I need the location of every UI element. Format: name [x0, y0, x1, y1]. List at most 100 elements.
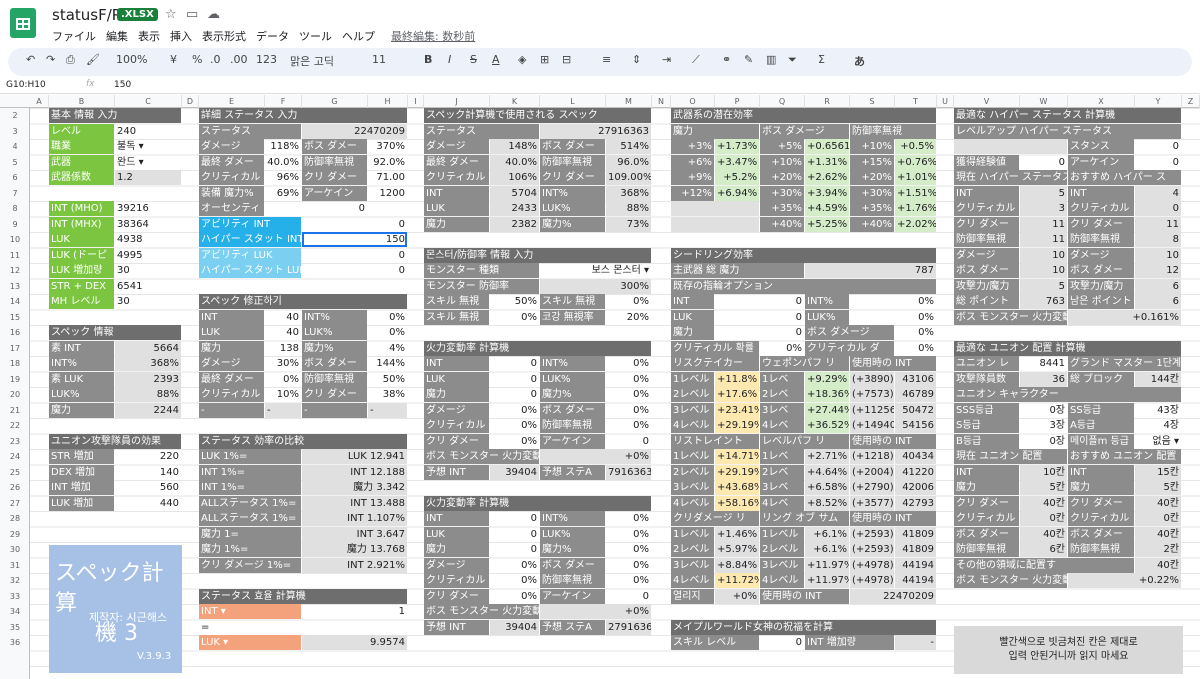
cell[interactable]: レベルパフ リ: [760, 433, 849, 449]
cell[interactable]: LUK 増加: [49, 495, 114, 511]
cell[interactable]: ステータス 効率の比較: [199, 433, 407, 449]
cell[interactable]: 防御率無視: [540, 154, 605, 170]
cell[interactable]: 0: [490, 372, 539, 387]
cell[interactable]: 攻撃力/魔力: [954, 278, 1019, 294]
cell[interactable]: 現在 ユニオン 配置: [954, 449, 1067, 464]
row-header[interactable]: 20: [0, 387, 30, 402]
row-header[interactable]: 34: [0, 604, 30, 619]
cell[interactable]: ボス ダメージ: [760, 123, 849, 139]
cell[interactable]: クリティカル: [1068, 201, 1134, 216]
cell[interactable]: 魔力%: [302, 340, 367, 356]
cell[interactable]: クリティカル: [424, 418, 489, 433]
cell[interactable]: 0%: [490, 310, 539, 325]
cell[interactable]: 攻撃力/魔力: [1068, 278, 1134, 294]
row-header[interactable]: 35: [0, 620, 30, 635]
cell[interactable]: LUK: [671, 309, 714, 325]
column-header[interactable]: C: [115, 95, 182, 108]
cell[interactable]: A등급: [1068, 418, 1134, 433]
text-color-icon[interactable]: A: [492, 53, 500, 66]
cell[interactable]: アーケイン: [540, 588, 605, 604]
row-header[interactable]: 17: [0, 341, 30, 356]
cell[interactable]: 0%: [490, 573, 539, 588]
cell[interactable]: B등급: [954, 433, 1019, 449]
column-header[interactable]: V: [954, 95, 1020, 108]
cell[interactable]: INT 2.921%: [302, 557, 407, 573]
cell[interactable]: INT: [671, 294, 714, 309]
cell[interactable]: 4%: [368, 341, 407, 356]
bold-icon[interactable]: B: [424, 53, 432, 66]
cell[interactable]: 2レベル: [671, 464, 714, 480]
cell[interactable]: 4장: [1135, 418, 1181, 433]
cell[interactable]: モンスター 防御率: [424, 278, 539, 294]
cell[interactable]: 2レベル: [671, 387, 714, 402]
cell[interactable]: 54156: [895, 418, 936, 433]
cell[interactable]: 1レベル: [671, 449, 714, 464]
filter-icon[interactable]: ⏷: [788, 53, 797, 67]
cell[interactable]: 368%: [606, 185, 651, 201]
cell[interactable]: 0장: [1020, 434, 1067, 449]
cell[interactable]: 440: [115, 496, 181, 511]
cell[interactable]: 144%: [368, 356, 407, 371]
cell[interactable]: 3レベル: [671, 557, 714, 573]
cell[interactable]: ALLステータス 1%=: [199, 511, 301, 526]
cell[interactable]: 防御率無視: [850, 123, 936, 139]
cell[interactable]: +3.94%: [805, 185, 849, 201]
cell[interactable]: 0%: [490, 558, 539, 573]
cell[interactable]: 基本 情報 入力: [49, 108, 181, 123]
cell[interactable]: 50%: [490, 294, 539, 309]
cell[interactable]: ボス ダメー: [302, 139, 367, 154]
cell[interactable]: 0%: [895, 341, 936, 356]
cell[interactable]: 36: [1020, 371, 1067, 387]
cell[interactable]: 22470209: [850, 588, 936, 604]
cell[interactable]: +2.02%: [895, 216, 936, 232]
cell[interactable]: 2433: [490, 201, 539, 216]
column-header[interactable]: I: [408, 95, 424, 108]
cell[interactable]: アーケイン: [1068, 154, 1134, 170]
cell[interactable]: アーケイン: [302, 185, 367, 201]
cell[interactable]: +11.97%: [805, 573, 849, 588]
cell[interactable]: 0: [1020, 155, 1067, 170]
cell[interactable]: 완드 ▾: [115, 155, 181, 170]
row-header[interactable]: 22: [0, 418, 30, 433]
cell[interactable]: 総 ブロック: [1068, 371, 1134, 387]
cell[interactable]: +8.52%: [805, 495, 849, 511]
cell[interactable]: LUK: [424, 526, 489, 542]
cell[interactable]: 魔力%: [540, 216, 605, 232]
cell[interactable]: 3レベ: [760, 402, 804, 418]
cell[interactable]: +0.5%: [895, 139, 936, 154]
cell[interactable]: 防御率無視: [954, 232, 1019, 247]
cell[interactable]: 1: [302, 604, 407, 619]
sheet-grid[interactable]: 基本 情報 入力 レベル 240 職業 불독 ▾ 武器 완드 ▾ 武器係数 1.2 INT (MH…: [30, 108, 1200, 679]
cell[interactable]: +0%: [540, 604, 651, 619]
cell[interactable]: 몬스터/防御率 情報 入力: [424, 247, 651, 263]
cell[interactable]: ボス ダメー: [540, 402, 605, 418]
cell[interactable]: 魔力: [954, 480, 1019, 495]
cell[interactable]: 5: [1020, 185, 1067, 201]
cell[interactable]: +4.59%: [805, 201, 849, 216]
cell[interactable]: +17.6%: [715, 387, 759, 402]
cell[interactable]: 138: [265, 341, 301, 356]
cell[interactable]: おすすめ ユニオン 配置: [1068, 449, 1181, 464]
cell[interactable]: +6.1%: [805, 526, 849, 542]
cell[interactable]: 50%: [368, 372, 407, 387]
cell[interactable]: ボス モンスター 火力変動率: [954, 573, 1067, 588]
cell[interactable]: +40%: [850, 216, 894, 232]
cell[interactable]: ユニオン レ: [954, 356, 1019, 371]
cell[interactable]: +10%: [760, 154, 804, 170]
cell[interactable]: レベル: [49, 123, 114, 139]
cell[interactable]: 素 LUK: [49, 371, 114, 387]
paint-format-icon[interactable]: 🖌: [86, 53, 100, 66]
italic-icon[interactable]: I: [448, 53, 451, 66]
cell[interactable]: (+2593): [850, 542, 894, 557]
cell[interactable]: 0: [490, 387, 539, 402]
cell[interactable]: INT 12.188: [302, 464, 407, 480]
row-header[interactable]: 2: [0, 108, 30, 123]
cell[interactable]: 最終 ダメー: [199, 371, 264, 387]
cell[interactable]: アビリティ LUK: [199, 247, 301, 263]
cell[interactable]: +5.25%: [805, 216, 849, 232]
align-icon[interactable]: ≡: [602, 53, 611, 66]
cell[interactable]: 4: [1135, 185, 1181, 201]
star-icon[interactable]: ☆: [165, 7, 177, 22]
cell[interactable]: メイプルワールド女神の祝福を計算: [671, 619, 936, 635]
cell[interactable]: 0: [1135, 155, 1181, 170]
